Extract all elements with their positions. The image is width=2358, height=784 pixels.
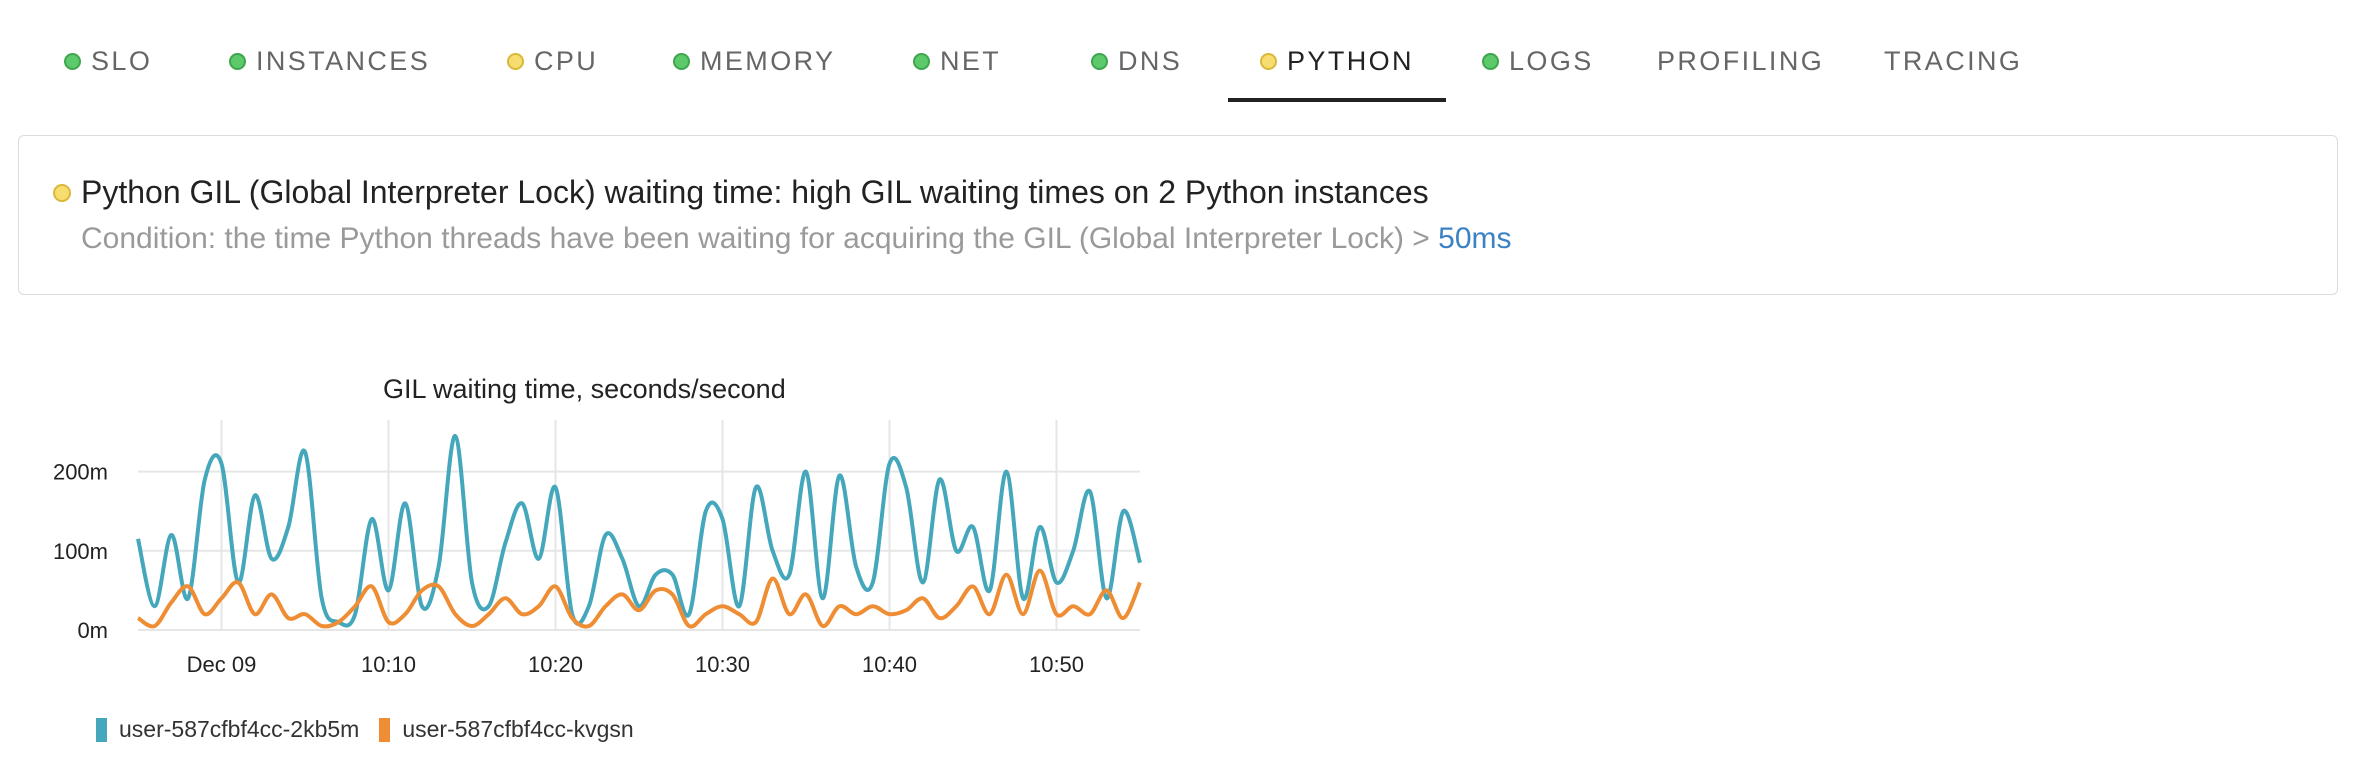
- tab-slo[interactable]: SLO: [64, 36, 152, 104]
- tab-logs[interactable]: LOGS: [1482, 36, 1594, 104]
- x-tick-label: 10:10: [361, 652, 416, 677]
- legend-item-series-2[interactable]: user-587cfbf4cc-kvgsn: [379, 716, 634, 743]
- legend-swatch: [96, 717, 107, 742]
- tab-profiling[interactable]: PROFILING: [1657, 36, 1824, 104]
- status-dot-icon: [507, 53, 524, 70]
- x-tick-label: 10:20: [528, 652, 583, 677]
- gil-waiting-time-chart: 0m 100m 200m Dec 09 10:10 10:20 10:30 10:40 10:5…: [53, 420, 1142, 677]
- tab-cpu[interactable]: CPU: [507, 36, 598, 104]
- legend-label: user-587cfbf4cc-kvgsn: [402, 716, 634, 742]
- alert-card: Python GIL (Global Interpreter Lock) wai…: [18, 135, 2338, 295]
- status-dot-icon: [229, 53, 246, 70]
- legend-swatch: [379, 717, 391, 742]
- alert-condition-text: Condition: the time Python threads have …: [81, 222, 1439, 255]
- active-tab-indicator: [1228, 98, 1446, 102]
- tab-bar: SLO INSTANCES CPU MEMORY NET DNS PYTHON …: [0, 0, 2358, 104]
- tab-python[interactable]: PYTHON: [1260, 36, 1414, 104]
- tab-label: PROFILING: [1657, 46, 1825, 76]
- chart-title: GIL waiting time, seconds/second: [383, 374, 786, 404]
- y-tick-label: 0m: [77, 618, 108, 643]
- x-tick-label: 10:30: [695, 652, 750, 677]
- chart-legend: user-587cfbf4cc-2kb5m user-587cfbf4cc-kv…: [96, 716, 654, 743]
- alert-threshold-link[interactable]: 50ms: [1438, 222, 1511, 255]
- status-dot-icon: [64, 53, 81, 70]
- series-line-2: [136, 568, 1142, 629]
- alert-condition: Condition: the time Python threads have …: [81, 222, 1512, 256]
- status-dot-icon: [673, 53, 690, 70]
- tab-label: INSTANCES: [256, 46, 431, 76]
- tab-label: NET: [940, 46, 1002, 76]
- tab-dns[interactable]: DNS: [1091, 36, 1182, 104]
- status-dot-icon: [1482, 53, 1499, 70]
- legend-item-series-1[interactable]: user-587cfbf4cc-2kb5m: [96, 716, 359, 743]
- alert-status-dot-icon: [53, 184, 71, 202]
- alert-title: Python GIL (Global Interpreter Lock) wai…: [81, 174, 1429, 210]
- legend-label: user-587cfbf4cc-2kb5m: [119, 716, 360, 742]
- tab-tracing[interactable]: TRACING: [1884, 36, 2022, 104]
- x-tick-label: 10:50: [1029, 652, 1084, 677]
- tab-label: TRACING: [1884, 46, 2023, 76]
- x-tick-label: 10:40: [862, 652, 917, 677]
- tab-label: DNS: [1118, 46, 1183, 76]
- tab-instances[interactable]: INSTANCES: [229, 36, 430, 104]
- tab-label: PYTHON: [1287, 46, 1414, 76]
- tab-label: LOGS: [1509, 46, 1594, 76]
- status-dot-icon: [1091, 53, 1108, 70]
- x-tick-label: Dec 09: [187, 652, 257, 677]
- series-line-1: [136, 433, 1142, 628]
- tab-label: SLO: [91, 46, 153, 76]
- tab-label: MEMORY: [700, 46, 836, 76]
- tab-memory[interactable]: MEMORY: [673, 36, 835, 104]
- tab-label: CPU: [534, 46, 599, 76]
- status-dot-icon: [1260, 53, 1277, 70]
- status-dot-icon: [913, 53, 930, 70]
- tab-net[interactable]: NET: [913, 36, 1001, 104]
- y-tick-label: 200m: [53, 460, 108, 485]
- y-tick-label: 100m: [53, 539, 108, 564]
